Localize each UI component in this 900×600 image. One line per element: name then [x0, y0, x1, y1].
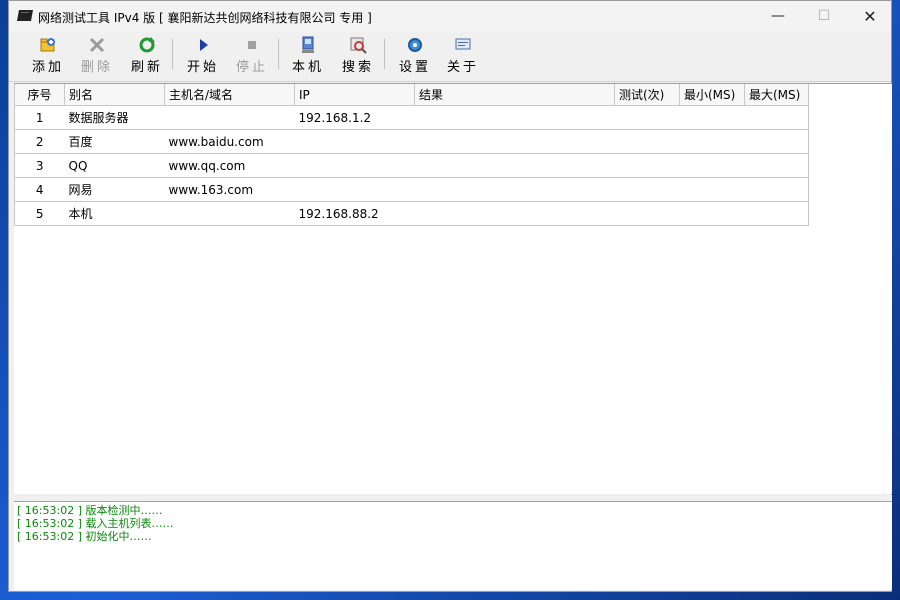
play-icon [200, 39, 208, 51]
delete-label: 删除 [80, 60, 113, 75]
minimize-button[interactable]: — [755, 1, 801, 31]
cell-alias: 本机 [64, 201, 165, 226]
header-tests[interactable]: 测试(次) [614, 84, 680, 106]
log-line: [ 16:53:02 ] 载入主机列表…… [17, 517, 174, 530]
table-row[interactable]: 5 本机 192.168.88.2 [14, 201, 809, 226]
cell-max [744, 177, 809, 202]
cell-max [744, 153, 809, 178]
toolbar-separator [172, 39, 173, 69]
cell-alias: QQ [64, 153, 165, 178]
log-panel[interactable]: [ 16:53:02 ] 版本检测中…… [ 16:53:02 ] 载入主机列表… [14, 501, 892, 590]
cell-min [679, 177, 745, 202]
refresh-icon [139, 37, 155, 53]
settings-label: 设置 [398, 60, 431, 75]
cell-max [744, 201, 809, 226]
add-folder-icon [40, 38, 55, 52]
cell-alias: 数据服务器 [64, 105, 165, 130]
add-button[interactable]: 添加 [26, 36, 70, 76]
window-title: 网络测试工具 IPv4 版 [ 襄阳新达共创网络科技有限公司 专用 ] [38, 11, 372, 25]
cell-tests [614, 153, 680, 178]
start-button[interactable]: 开始 [181, 36, 225, 76]
cell-alias: 网易 [64, 177, 165, 202]
header-host[interactable]: 主机名/域名 [164, 84, 295, 106]
header-min[interactable]: 最小(MS) [679, 84, 745, 106]
cell-host [164, 105, 295, 130]
table-row[interactable]: 1 数据服务器 192.168.1.2 [14, 105, 809, 130]
add-label: 添加 [31, 60, 64, 75]
start-label: 开始 [186, 60, 219, 75]
toolbar-separator [278, 39, 279, 69]
delete-icon [89, 37, 105, 53]
cell-result [414, 201, 615, 226]
cell-result [414, 129, 615, 154]
cell-min [679, 153, 745, 178]
header-result[interactable]: 结果 [414, 84, 615, 106]
table-header: 序号 别名 主机名/域名 IP 结果 测试(次) 最小(MS) 最大(MS) [14, 84, 809, 106]
title-bar[interactable]: 网络测试工具 IPv4 版 [ 襄阳新达共创网络科技有限公司 专用 ] — ☐ … [9, 1, 891, 31]
cell-min [679, 201, 745, 226]
cell-tests [614, 105, 680, 130]
cell-seq: 5 [14, 201, 65, 226]
cell-host: www.baidu.com [164, 129, 295, 154]
local-host-label: 本机 [291, 60, 324, 75]
cell-host: www.163.com [164, 177, 295, 202]
cell-ip [294, 153, 415, 178]
cell-tests [614, 201, 680, 226]
refresh-label: 刷新 [130, 60, 163, 75]
cell-ip [294, 177, 415, 202]
table-row[interactable]: 4 网易 www.163.com [14, 177, 809, 202]
cell-seq: 1 [14, 105, 65, 130]
maximize-button[interactable]: ☐ [801, 1, 847, 31]
gear-icon [408, 38, 422, 52]
table-row[interactable]: 2 百度 www.baidu.com [14, 129, 809, 154]
cell-seq: 3 [14, 153, 65, 178]
header-ip[interactable]: IP [294, 84, 415, 106]
app-icon [17, 10, 33, 21]
toolbar: 添加 删除 刷新 开始 停止 本机 搜索 设置 关于 [9, 31, 891, 82]
header-alias[interactable]: 别名 [64, 84, 165, 106]
cell-ip: 192.168.88.2 [294, 201, 415, 226]
header-max[interactable]: 最大(MS) [744, 84, 809, 106]
stop-label: 停止 [235, 60, 268, 75]
cell-alias: 百度 [64, 129, 165, 154]
cell-result [414, 153, 615, 178]
cell-host: www.qq.com [164, 153, 295, 178]
cell-min [679, 129, 745, 154]
header-seq[interactable]: 序号 [14, 84, 65, 106]
about-label: 关于 [446, 60, 479, 75]
log-line: [ 16:53:02 ] 初始化中…… [17, 530, 152, 543]
about-icon [455, 38, 471, 50]
search-icon [350, 37, 367, 54]
cell-seq: 4 [14, 177, 65, 202]
refresh-button[interactable]: 刷新 [125, 36, 169, 76]
cell-min [679, 105, 745, 130]
cell-ip: 192.168.1.2 [294, 105, 415, 130]
cell-tests [614, 129, 680, 154]
about-button[interactable]: 关于 [441, 36, 485, 76]
app-window: 网络测试工具 IPv4 版 [ 襄阳新达共创网络科技有限公司 专用 ] — ☐ … [8, 0, 892, 592]
toolbar-separator [384, 39, 385, 69]
search-button[interactable]: 搜索 [336, 36, 380, 76]
cell-host [164, 201, 295, 226]
cell-tests [614, 177, 680, 202]
local-host-button[interactable]: 本机 [286, 36, 330, 76]
settings-button[interactable]: 设置 [393, 36, 437, 76]
computer-icon [302, 36, 314, 53]
cell-max [744, 129, 809, 154]
cell-ip [294, 129, 415, 154]
host-table: 序号 别名 主机名/域名 IP 结果 测试(次) 最小(MS) 最大(MS) 1… [14, 84, 809, 226]
cell-result [414, 105, 615, 130]
search-label: 搜索 [341, 60, 374, 75]
delete-button[interactable]: 删除 [75, 36, 119, 76]
table-row[interactable]: 3 QQ www.qq.com [14, 153, 809, 178]
close-button[interactable]: ✕ [847, 1, 893, 31]
stop-icon [248, 41, 256, 49]
cell-seq: 2 [14, 129, 65, 154]
host-list[interactable]: 序号 别名 主机名/域名 IP 结果 测试(次) 最小(MS) 最大(MS) 1… [14, 83, 892, 494]
cell-max [744, 105, 809, 130]
log-line: [ 16:53:02 ] 版本检测中…… [17, 504, 163, 517]
cell-result [414, 177, 615, 202]
stop-button[interactable]: 停止 [230, 36, 274, 76]
